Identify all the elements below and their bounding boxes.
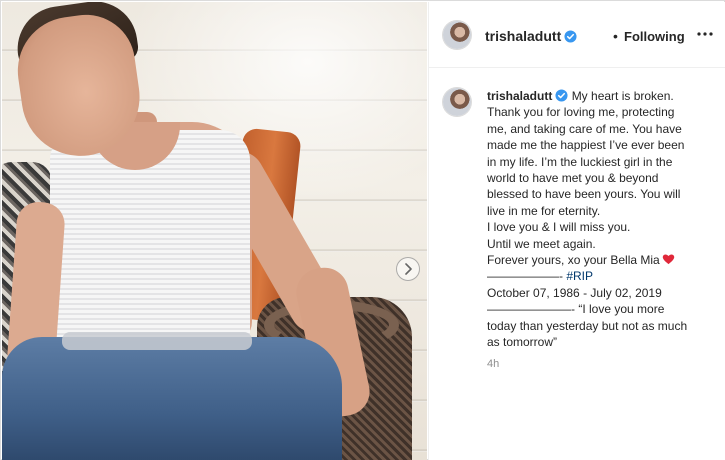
more-options-button[interactable] — [695, 24, 715, 44]
hashtag-link[interactable]: #RIP — [566, 269, 593, 283]
caption-hashtag-line: ——————- #RIP — [487, 268, 715, 284]
caption-divider: ———————- — [487, 302, 575, 317]
post-header: trishaladutt • Following — [429, 2, 725, 68]
post-timestamp[interactable]: 4h — [487, 358, 499, 370]
caption-first-line: My heart is broken. — [571, 89, 674, 103]
caption-signoff-line: Forever yours, xo your Bella Mia — [487, 252, 715, 268]
caption-username[interactable]: trishaladutt — [487, 89, 552, 103]
header-username-text[interactable]: trishaladutt — [485, 28, 561, 44]
post-sidebar: trishaladutt • Following trishaladutt My… — [428, 2, 725, 460]
profile-avatar[interactable] — [443, 21, 471, 49]
chevron-right-icon — [405, 263, 412, 275]
caption-quote: “I love you more — [578, 302, 665, 317]
caption-line: blessed to have been yours. You will — [487, 187, 681, 202]
verified-badge-icon — [555, 89, 568, 102]
caption-quote-line: ———————- “I love you more — [487, 301, 715, 317]
next-photo-button[interactable] — [396, 257, 420, 281]
caption-line: world to have met you & beyond — [487, 171, 659, 186]
header-separator: • — [613, 28, 618, 44]
caption-line: made me the happiest I’ve ever been — [487, 138, 685, 153]
verified-badge-icon — [564, 30, 577, 43]
post-modal: trishaladutt • Following trishaladutt My… — [0, 0, 725, 460]
caption-quote-line: today than yesterday but not as much — [487, 318, 688, 333]
post-photo[interactable] — [2, 2, 427, 460]
caption-dates: October 07, 1986 - July 02, 2019 — [487, 285, 662, 300]
header-username[interactable]: trishaladutt — [485, 28, 577, 44]
ellipsis-icon — [697, 32, 713, 36]
photo-belt — [62, 332, 252, 350]
caption-quote-line: as tomorrow” — [487, 335, 558, 350]
red-heart-icon — [662, 254, 674, 265]
caption-signoff: Forever yours, xo your Bella Mia — [487, 253, 660, 268]
caption-line: live in me for eternity. — [487, 203, 601, 218]
caption-line: Thank you for loving me, protecting — [487, 105, 675, 120]
photo-jeans — [2, 337, 342, 460]
caption-divider: ——————- — [487, 269, 563, 284]
caption-line: me, and taking care of me. You have — [487, 121, 682, 136]
caption-avatar[interactable] — [443, 88, 471, 116]
post-caption: trishaladutt My heart is broken. Thank y… — [487, 88, 715, 351]
caption-line: in my life. I’m the luckiest girl in the — [487, 154, 673, 169]
caption-line: Until we meet again. — [487, 236, 596, 251]
caption-line: I love you & I will miss you. — [487, 220, 631, 235]
following-button[interactable]: Following — [624, 29, 685, 44]
